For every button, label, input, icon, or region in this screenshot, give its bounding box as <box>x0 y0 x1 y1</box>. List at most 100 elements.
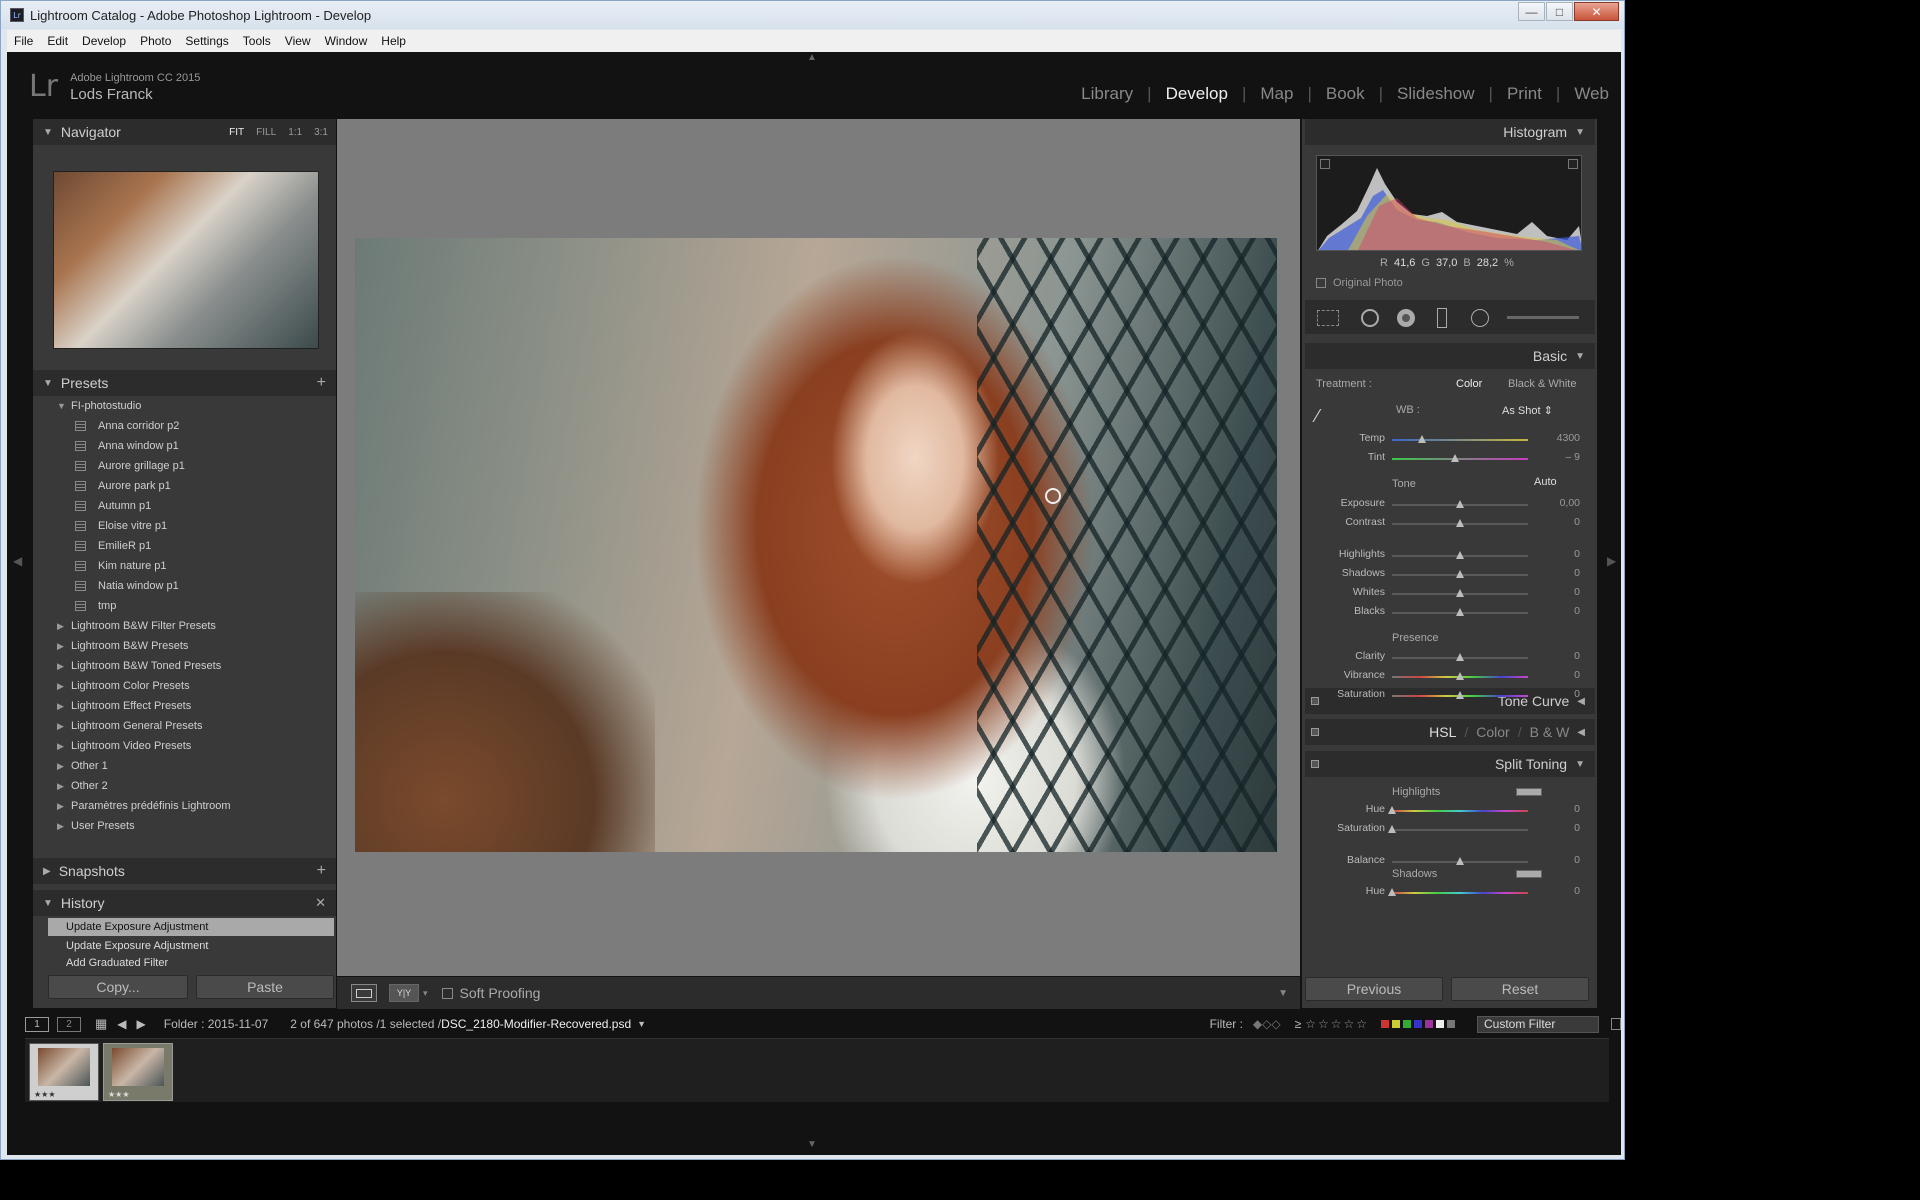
preset-item[interactable]: EmilieR p1 <box>75 537 151 555</box>
slider-value[interactable]: 0 <box>1574 605 1580 617</box>
slider-tint[interactable]: Tint – 9 <box>1305 451 1595 467</box>
crop-tool-icon[interactable] <box>1317 310 1339 326</box>
top-panel-toggle-icon[interactable]: ▲ <box>807 52 817 63</box>
preset-group[interactable]: ▶ Lightroom Color Presets <box>57 677 190 695</box>
auto-tone-button[interactable]: Auto <box>1534 476 1557 488</box>
primary-window-button[interactable]: 1 <box>25 1016 49 1032</box>
bottom-panel-toggle-icon[interactable]: ▼ <box>807 1139 817 1150</box>
snapshots-header[interactable]: ▶ Snapshots + <box>33 858 336 884</box>
chevron-down-icon[interactable]: ▼ <box>637 1019 646 1029</box>
slider-saturation[interactable]: Saturation 0 <box>1305 822 1595 838</box>
original-photo-checkbox[interactable] <box>1316 278 1326 288</box>
presets-header[interactable]: ▼ Presets + <box>33 370 336 396</box>
slider-value[interactable]: 0 <box>1574 586 1580 598</box>
slider-track[interactable] <box>1392 829 1528 831</box>
filmstrip-thumbnail-selected[interactable]: ★★★ <box>103 1043 173 1101</box>
highlight-clipping-icon[interactable] <box>1568 159 1578 169</box>
main-photo[interactable] <box>355 238 1277 852</box>
rating-comparator[interactable]: ≥ <box>1295 1017 1302 1031</box>
menu-help[interactable]: Help <box>374 34 413 48</box>
treatment-color-button[interactable]: Color <box>1456 378 1482 390</box>
radial-filter-icon[interactable] <box>1471 309 1489 327</box>
slider-value[interactable]: 0 <box>1574 567 1580 579</box>
zoom-3-1[interactable]: 3:1 <box>314 127 328 138</box>
slider-value[interactable]: 0 <box>1574 669 1580 681</box>
add-snapshot-icon[interactable]: + <box>317 862 326 880</box>
slider-knob[interactable] <box>1450 454 1459 462</box>
slider-hue[interactable]: Hue 0 <box>1305 885 1595 901</box>
maximize-button[interactable]: □ <box>1546 2 1573 21</box>
history-item[interactable]: Add Graduated Filter <box>48 956 334 970</box>
module-print[interactable]: Print <box>1493 84 1556 104</box>
custom-filter-dropdown[interactable]: Custom Filter <box>1477 1015 1599 1033</box>
histogram[interactable] <box>1316 155 1582 251</box>
preset-item[interactable]: Kim nature p1 <box>75 557 166 575</box>
basic-header[interactable]: Basic ▼ <box>1305 343 1595 369</box>
slider-value[interactable]: 0,00 <box>1560 497 1580 509</box>
slider-highlights[interactable]: Highlights 0 <box>1305 548 1595 564</box>
preset-item[interactable]: Anna corridor p2 <box>75 417 179 435</box>
highlights-color-swatch[interactable] <box>1516 788 1542 796</box>
history-header[interactable]: ▼ History ✕ <box>33 890 336 916</box>
slider-blacks[interactable]: Blacks 0 <box>1305 605 1595 621</box>
slider-knob[interactable] <box>1456 589 1464 597</box>
slider-value[interactable]: 0 <box>1574 854 1580 866</box>
toolbar-menu-icon[interactable]: ▼ <box>1278 988 1288 999</box>
add-preset-icon[interactable]: + <box>317 374 326 392</box>
slider-knob[interactable] <box>1388 806 1396 814</box>
copy-button[interactable]: Copy... <box>48 975 188 999</box>
filter-lock-icon[interactable] <box>1611 1018 1621 1030</box>
menu-settings[interactable]: Settings <box>178 34 235 48</box>
minimize-button[interactable]: — <box>1518 2 1545 21</box>
module-library[interactable]: Library <box>1067 84 1147 104</box>
slider-value[interactable]: 4300 <box>1557 432 1580 444</box>
slider-knob[interactable] <box>1456 672 1464 680</box>
zoom-fit[interactable]: FIT <box>229 127 244 138</box>
secondary-window-button[interactable]: 2 <box>57 1016 81 1032</box>
slider-knob[interactable] <box>1417 435 1426 443</box>
preset-group[interactable]: ▶ Other 2 <box>57 777 108 795</box>
slider-knob[interactable] <box>1456 551 1464 559</box>
clear-history-icon[interactable]: ✕ <box>315 895 326 911</box>
slider-knob[interactable] <box>1456 691 1464 699</box>
treatment-bw-button[interactable]: Black & White <box>1508 378 1576 390</box>
panel-toggle-icon[interactable] <box>1311 760 1319 768</box>
preset-group[interactable]: ▶ User Presets <box>57 817 135 835</box>
slider-knob[interactable] <box>1456 608 1464 616</box>
slider-value[interactable]: 0 <box>1574 548 1580 560</box>
folder-source[interactable]: Folder : 2015-11-07 <box>164 1017 269 1031</box>
slider-value[interactable]: – 9 <box>1565 451 1580 463</box>
preset-item[interactable]: Natia window p1 <box>75 577 179 595</box>
photo-canvas[interactable] <box>337 119 1300 976</box>
module-slideshow[interactable]: Slideshow <box>1383 84 1489 104</box>
slider-value[interactable]: 0 <box>1574 516 1580 528</box>
before-after-icon[interactable]: Y|Y <box>389 984 419 1002</box>
slider-knob[interactable] <box>1456 500 1464 508</box>
reset-button[interactable]: Reset <box>1451 977 1589 1001</box>
zoom-fill[interactable]: FILL <box>256 127 276 138</box>
module-develop[interactable]: Develop <box>1152 84 1242 104</box>
preset-group[interactable]: ▶ Lightroom B&W Toned Presets <box>57 657 221 675</box>
hsl-header[interactable]: HSL / Color / B & W ◀ <box>1305 719 1595 745</box>
menu-window[interactable]: Window <box>318 34 375 48</box>
hsl-tab[interactable]: HSL <box>1429 724 1456 740</box>
rating-filter-stars-icon[interactable]: ☆☆☆☆☆ <box>1305 1017 1369 1031</box>
slider-whites[interactable]: Whites 0 <box>1305 586 1595 602</box>
shadow-clipping-icon[interactable] <box>1320 159 1330 169</box>
preset-item[interactable]: Autumn p1 <box>75 497 151 515</box>
slider-vibrance[interactable]: Vibrance 0 <box>1305 669 1595 685</box>
shadows-color-swatch[interactable] <box>1516 870 1542 878</box>
preset-item[interactable]: tmp <box>75 597 116 615</box>
slider-shadows[interactable]: Shadows 0 <box>1305 567 1595 583</box>
menu-file[interactable]: File <box>7 34 40 48</box>
color-label-filter[interactable] <box>1381 1020 1455 1028</box>
slider-value[interactable]: 0 <box>1574 822 1580 834</box>
slider-exposure[interactable]: Exposure 0,00 <box>1305 497 1595 513</box>
preset-item[interactable]: Aurore grillage p1 <box>75 457 185 475</box>
histogram-header[interactable]: Histogram ▼ <box>1305 119 1595 145</box>
left-panel-toggle-icon[interactable]: ◀ <box>13 554 22 568</box>
zoom-1-1[interactable]: 1:1 <box>288 127 302 138</box>
slider-track[interactable] <box>1392 439 1528 441</box>
slider-balance[interactable]: Balance 0 <box>1305 854 1595 870</box>
navigator-preview[interactable] <box>53 171 319 349</box>
